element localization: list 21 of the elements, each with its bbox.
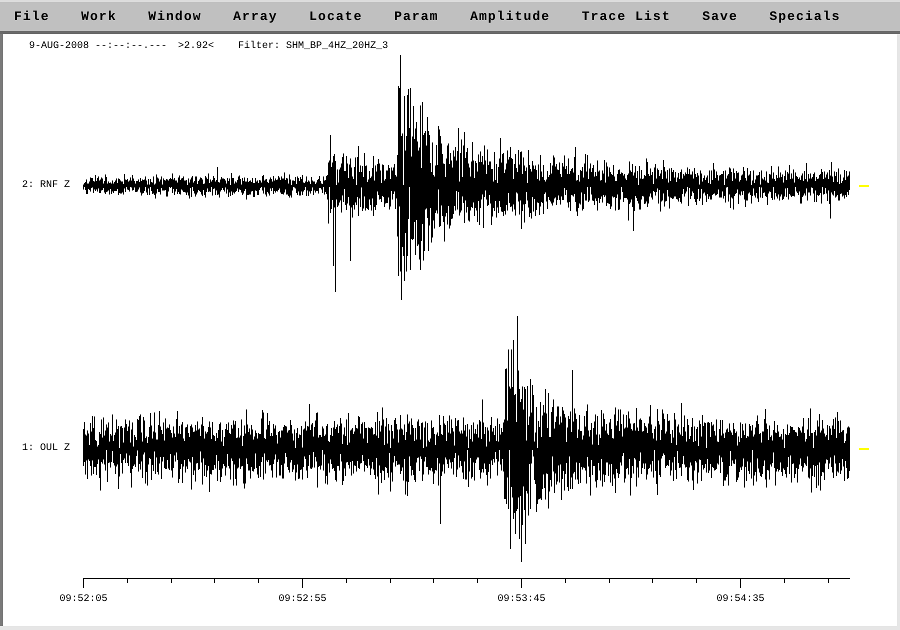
trace-label: 2: RNF Z [21, 180, 72, 192]
menu-item[interactable]: Trace List [578, 7, 675, 26]
menu-item[interactable]: Param [390, 7, 443, 26]
filter-label: Filter: SHM_BP_4HZ_20HZ_3 [238, 41, 388, 53]
menu-item[interactable]: Amplitude [466, 7, 554, 26]
trace-marker-icon [859, 448, 869, 450]
time-label: 09:53:45 [498, 594, 546, 605]
menu-item[interactable]: Work [77, 7, 121, 26]
menu-item[interactable]: Window [144, 7, 206, 26]
time-label: 09:54:35 [716, 594, 764, 605]
menu-item[interactable]: Save [698, 7, 742, 26]
time-label: 09:52:05 [60, 594, 108, 605]
menu-item[interactable]: Array [229, 7, 282, 26]
trace-label: 1: OUL Z [21, 443, 72, 455]
menu-item[interactable]: File [10, 7, 54, 26]
reading-value: >2.92< [178, 41, 214, 53]
trace-marker-icon [859, 185, 869, 187]
time-label: 09:52:55 [278, 594, 326, 605]
menu-item[interactable]: Locate [305, 7, 367, 26]
menu-item[interactable]: Specials [765, 7, 845, 26]
timestamp: 9-AUG-2008 --:--:--.--- [29, 41, 168, 53]
